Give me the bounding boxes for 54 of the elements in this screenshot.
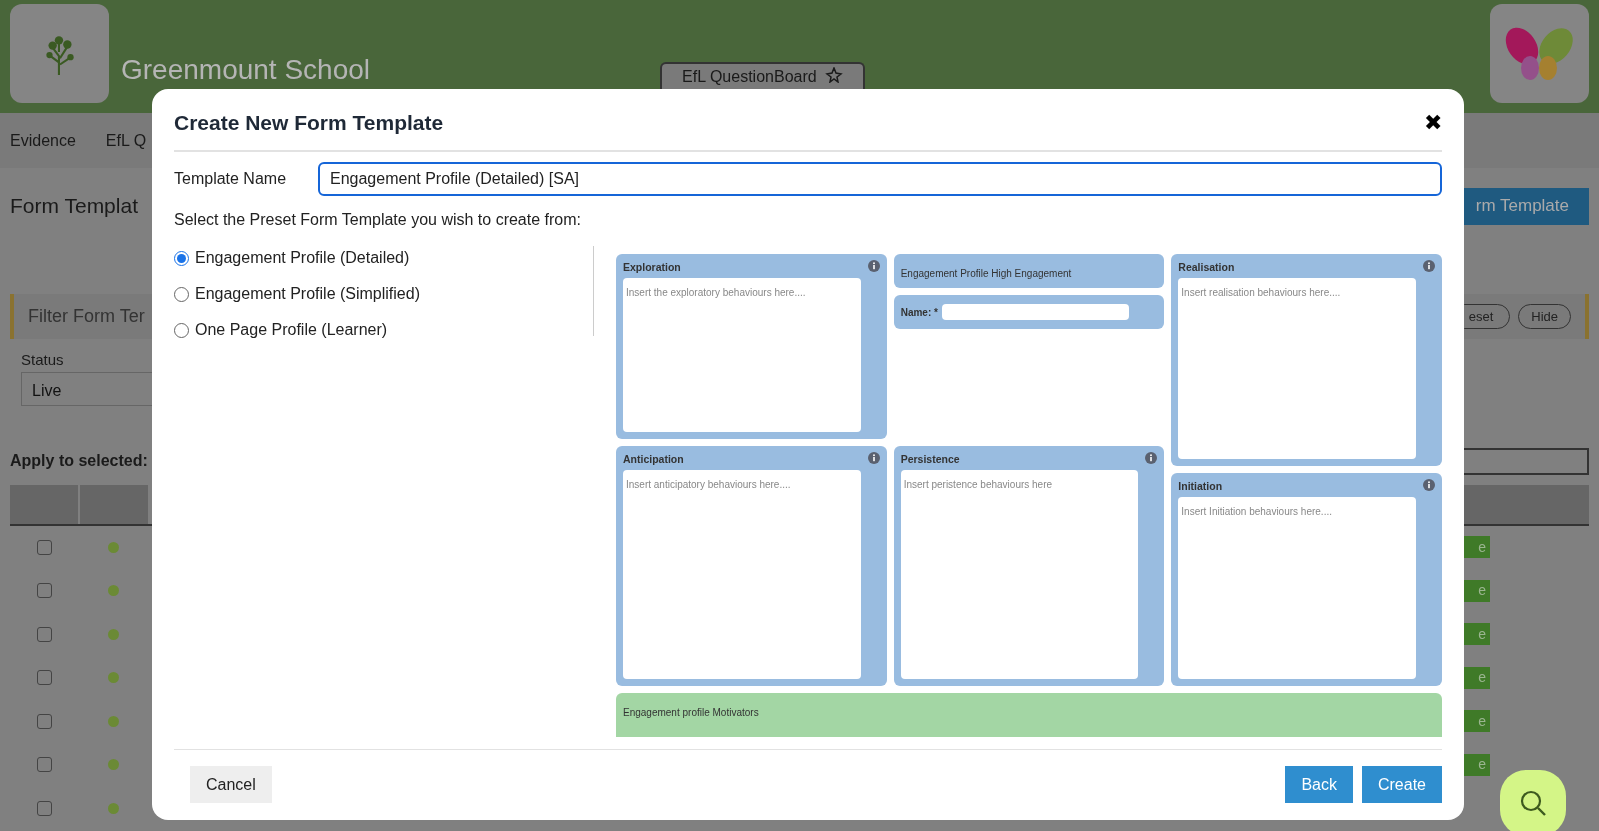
sub-nav-link[interactable]: EfL Q xyxy=(105,128,147,153)
section-title: Realisation xyxy=(1178,260,1235,275)
placeholder-text: Insert peristence behaviours here xyxy=(903,478,1053,490)
create-button[interactable]: Create xyxy=(1361,766,1442,803)
table-header-cell xyxy=(10,484,78,524)
section-title: Exploration xyxy=(623,260,681,275)
section-title: Engagement Profile High Engagement xyxy=(900,268,1072,279)
row-checkbox[interactable] xyxy=(36,583,52,599)
row-checkbox[interactable] xyxy=(36,626,52,642)
page-title: Form Templat xyxy=(10,193,138,220)
search-button[interactable] xyxy=(1500,770,1566,831)
template-name-label: Template Name xyxy=(174,169,288,189)
info-icon xyxy=(1423,479,1435,491)
status-label: Status xyxy=(21,350,65,370)
close-button[interactable]: ✖ xyxy=(1424,111,1442,134)
cancel-button[interactable]: Cancel xyxy=(190,766,272,803)
text-area[interactable]: Insert anticipatory behaviours here.... xyxy=(623,469,861,679)
questionboard-button[interactable]: EfL QuestionBoard xyxy=(660,62,865,92)
info-icon xyxy=(1423,260,1435,272)
preset-option[interactable]: Engagement Profile (Simplified) xyxy=(195,282,420,306)
row-checkbox[interactable] xyxy=(36,670,52,686)
text-area[interactable]: Insert realisation behaviours here.... xyxy=(1178,277,1416,459)
filter-title: Filter Form Ter xyxy=(28,305,145,328)
section-title: Persistence xyxy=(900,452,960,467)
modal-title: Create New Form Template xyxy=(174,109,444,136)
template-name-field[interactable]: Engagement Profile (Detailed) [SA] xyxy=(318,162,1442,196)
section-title: Initiation xyxy=(1178,479,1223,494)
table-header-cell[interactable] xyxy=(80,484,148,524)
row-checkbox[interactable] xyxy=(36,539,52,555)
section-title: Anticipation xyxy=(623,452,684,467)
info-icon xyxy=(867,452,880,464)
info-icon xyxy=(1145,452,1158,464)
info-icon xyxy=(867,260,880,272)
row-checkbox[interactable] xyxy=(36,713,52,729)
preset-option[interactable]: One Page Profile (Learner) xyxy=(195,318,388,342)
text-area[interactable]: Insert Initiation behaviours here.... xyxy=(1178,496,1416,679)
sub-nav-link[interactable]: Evidence xyxy=(10,128,76,153)
placeholder-text: Insert anticipatory behaviours here.... xyxy=(626,478,791,490)
school-name: Greenmount School xyxy=(121,54,371,86)
text-area[interactable]: Insert the exploratory behaviours here.... xyxy=(623,277,861,432)
row-checkbox[interactable] xyxy=(36,800,52,816)
placeholder-text: Insert realisation behaviours here.... xyxy=(1181,286,1341,298)
preset-option[interactable]: Engagement Profile (Detailed) xyxy=(195,246,410,270)
name-field[interactable] xyxy=(941,304,1129,320)
preset-prompt: Select the Preset Form Template you wish to create from: xyxy=(174,210,582,230)
motivators-title: Engagement profile Motivators xyxy=(623,707,759,718)
row-checkbox[interactable] xyxy=(36,757,52,773)
placeholder-text: Insert Initiation behaviours here.... xyxy=(1181,505,1332,517)
back-button[interactable]: Back xyxy=(1285,766,1353,803)
apply-label: Apply to selected: xyxy=(10,451,148,471)
search-icon xyxy=(1518,788,1548,818)
name-label: Name: * xyxy=(900,305,938,320)
text-area[interactable]: Insert peristence behaviours here xyxy=(900,469,1139,679)
placeholder-text: Insert the exploratory behaviours here.... xyxy=(626,286,806,298)
